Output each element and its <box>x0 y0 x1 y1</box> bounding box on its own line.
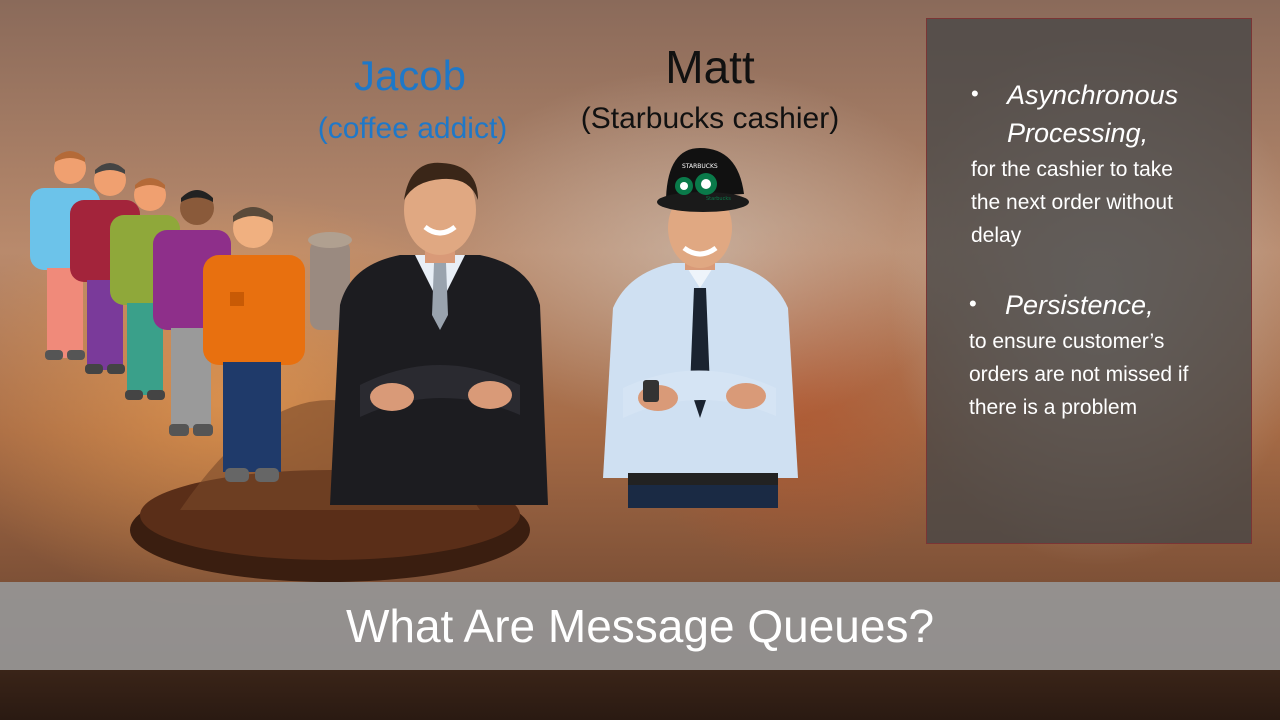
bullet-2-line-1: to ensure customer’s <box>969 330 1165 353</box>
jacob-businessman-image <box>330 162 548 505</box>
bullet-2-line-3: there is a problem <box>969 396 1138 419</box>
bullet-1-marker: • <box>971 81 979 106</box>
bullet-1-line-3: delay <box>971 224 1022 247</box>
starbucks-cap: STARBUCKS Starbucks <box>657 148 749 212</box>
jacob-role: (coffee addict) <box>317 112 508 145</box>
explanation-panel: • Asynchronous Processing, for the cashi… <box>926 18 1252 544</box>
bullet-1-line-2: the next order without <box>971 191 1173 214</box>
cap-logo-text: Starbucks <box>706 196 731 202</box>
bullet-1-heading-line1: Asynchronous <box>1007 80 1179 110</box>
matt-role: (Starbucks cashier) <box>580 102 840 135</box>
bullet-2-heading: Persistence, <box>1005 290 1154 320</box>
bullet-1-heading-line2: Processing, <box>1007 118 1149 148</box>
bullet-2-line-2: orders are not missed if <box>969 363 1189 386</box>
cap-text: STARBUCKS <box>682 163 718 170</box>
bullet-1-line-1: for the cashier to take <box>971 158 1173 181</box>
bullet-1-text: for the cashier to take the next order w… <box>971 153 1233 252</box>
matt-cashier-image: STARBUCKS Starbucks <box>603 148 798 508</box>
slide-title: What Are Message Queues? <box>345 600 935 652</box>
bullet-2-text: to ensure customer’s orders are not miss… <box>969 325 1231 424</box>
matt-name: Matt <box>665 41 755 93</box>
customer-queue-illustration <box>30 151 305 482</box>
title-bar: What Are Message Queues? <box>0 582 1280 670</box>
bullet-2-marker: • <box>969 291 977 316</box>
bottom-photo-strip <box>0 670 1280 720</box>
jacob-name: Jacob <box>353 52 467 99</box>
